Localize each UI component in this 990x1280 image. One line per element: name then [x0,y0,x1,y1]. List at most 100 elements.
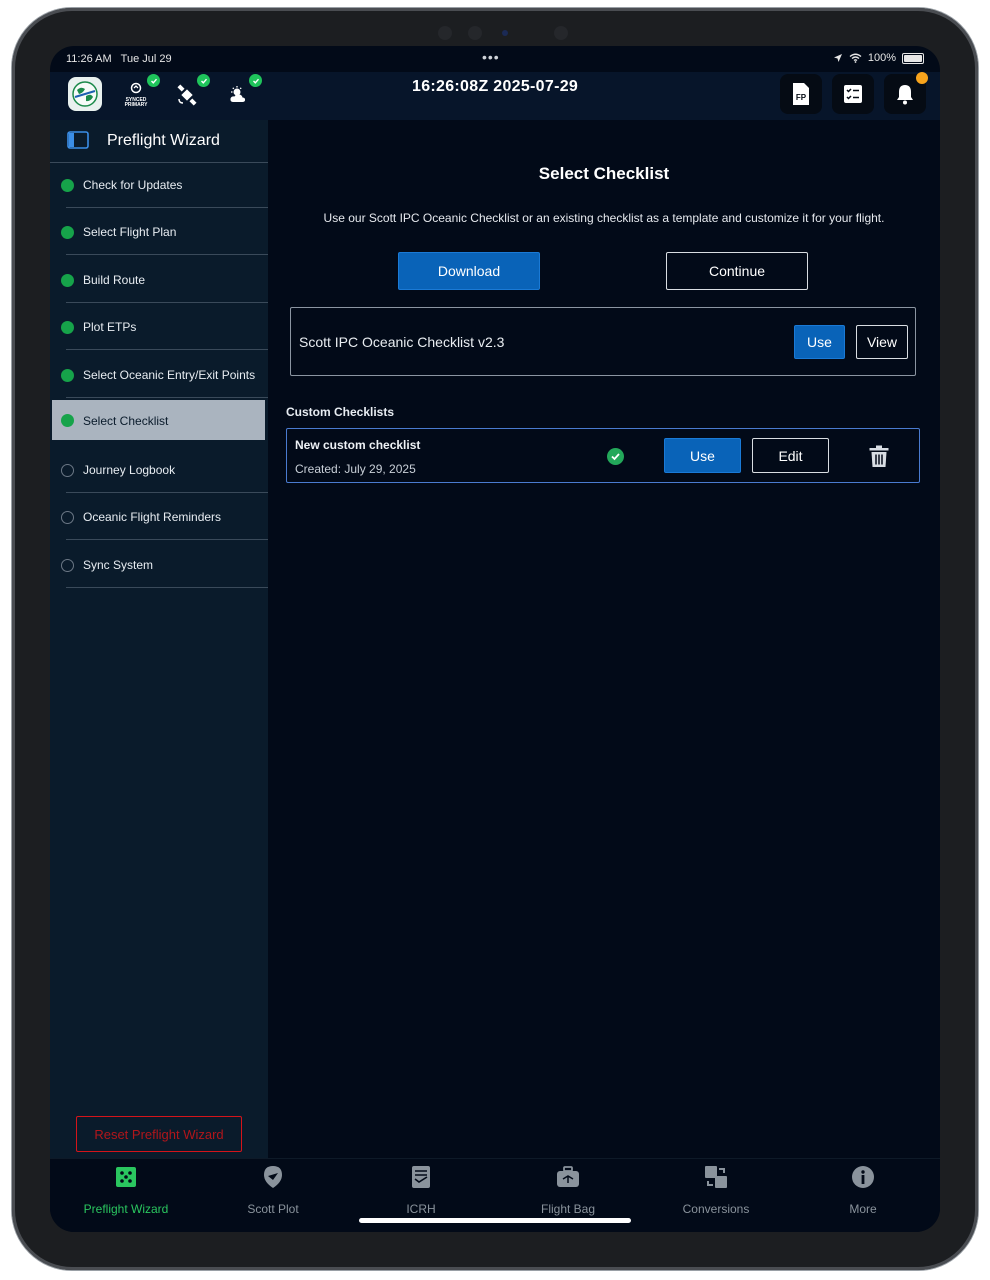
sidebar-header: Preflight Wizard [50,120,268,163]
template-checklist-card: Scott IPC Oceanic Checklist v2.3 Use Vie… [290,307,916,376]
sidebar-item-check-for-updates[interactable]: Check for Updates [50,162,268,208]
sidebar-toggle-icon[interactable] [67,131,89,149]
step-incomplete-dot [61,559,74,572]
divider [66,302,268,303]
gps-check-icon [197,74,210,87]
step-complete-dot [61,321,74,334]
flight-plan-button[interactable]: FP [780,74,822,114]
tab-label: Conversions [682,1202,750,1216]
tab-flight-bag[interactable]: Flight Bag [494,1165,642,1216]
app-logo[interactable] [68,77,102,111]
conversions-icon [705,1166,727,1188]
sync-icon [130,82,142,94]
flight-bag-icon [557,1166,579,1187]
continue-button[interactable]: Continue [666,252,808,290]
bell-icon [897,85,913,105]
sidebar-item-plot-etps[interactable]: Plot ETPs [50,304,268,350]
plot-icon [264,1166,282,1188]
app-screen: 11:26 AM Tue Jul 29 ••• 100% SYNCED PRIM… [50,46,940,1232]
sidebar-item-label: Plot ETPs [83,320,137,334]
divider [66,587,268,588]
page-title: Select Checklist [538,164,670,183]
template-checklist-name: Scott IPC Oceanic Checklist v2.3 [299,334,505,350]
reset-preflight-wizard-button[interactable]: Reset Preflight Wizard [76,1116,242,1152]
camera-dot [554,26,568,40]
weather-icon [230,86,246,102]
step-complete-dot [61,369,74,382]
tab-label: Scott Plot [247,1202,299,1216]
divider [66,207,268,208]
weather-status[interactable] [222,74,262,110]
camera-lens [502,30,508,36]
main-content: Select Checklist Use our Scott IPC Ocean… [268,120,940,1158]
top-bar: SYNCED PRIMARY 16:26:08Z 2025-07-29 FP [50,72,940,120]
battery-icon [902,52,924,64]
tab-scott-plot[interactable]: Scott Plot [199,1165,347,1216]
icrh-icon [412,1166,430,1188]
home-indicator[interactable] [359,1218,631,1223]
step-complete-dot [61,274,74,287]
sidebar-title: Preflight Wizard [107,132,220,149]
step-complete-dot [61,179,74,192]
trash-icon[interactable] [867,444,891,468]
camera-dot [468,26,482,40]
custom-checklist-card: New custom checklist Created: July 29, 2… [286,428,920,483]
step-incomplete-dot [61,464,74,477]
use-template-button[interactable]: Use [794,325,845,359]
edit-custom-button[interactable]: Edit [752,438,829,473]
checklist-icon [844,85,862,103]
status-time: 11:26 AM Tue Jul 29 [66,53,172,65]
fp-label: FP [796,93,807,102]
utc-clock: 16:26:08Z 2025-07-29 [412,78,579,95]
sidebar-item-label: Sync System [83,558,154,572]
page-description: Use our Scott IPC Oceanic Checklist or a… [323,211,885,225]
tab-icrh[interactable]: ICRH [347,1165,495,1216]
tab-conversions[interactable]: Conversions [642,1165,790,1216]
step-complete-dot [61,414,74,427]
checklist-button[interactable] [832,74,874,114]
tab-more[interactable]: More [789,1165,937,1216]
globe-logo-icon [72,81,98,107]
sidebar-item-select-checklist[interactable]: Select Checklist [52,400,265,440]
satellite-icon [177,84,197,106]
sidebar-item-oceanic-entry-exit[interactable]: Select Oceanic Entry/Exit Points [50,352,268,398]
status-date-text: Tue Jul 29 [120,53,172,65]
sidebar-item-label: Journey Logbook [83,463,176,477]
sidebar-item-label: Select Flight Plan [83,225,177,239]
use-custom-button[interactable]: Use [664,438,741,473]
status-time-text: 11:26 AM [66,53,112,65]
custom-checklist-created: Created: July 29, 2025 [295,462,416,476]
camera-strip [432,22,592,44]
sync-status[interactable]: SYNCED PRIMARY [118,74,160,110]
weather-check-icon [249,74,262,87]
tab-label: Flight Bag [540,1202,596,1216]
sidebar-item-select-flight-plan[interactable]: Select Flight Plan [50,209,268,255]
sidebar: Preflight Wizard Check for Updates Selec… [50,120,268,1158]
tab-label: Preflight Wizard [83,1202,169,1216]
divider [66,492,268,493]
notifications-button[interactable] [884,72,928,114]
sidebar-item-label: Check for Updates [83,178,183,192]
tab-label: More [849,1202,877,1216]
wizard-icon [116,1167,136,1187]
more-icon [852,1166,874,1188]
tab-preflight-wizard[interactable]: Preflight Wizard [52,1165,200,1216]
sidebar-item-journey-logbook[interactable]: Journey Logbook [50,447,268,493]
custom-checklists-heading: Custom Checklists [286,405,395,419]
sync-check-icon [147,74,160,87]
sidebar-item-sync-system[interactable]: Sync System [50,542,268,588]
step-incomplete-dot [61,511,74,524]
sidebar-item-label: Select Oceanic Entry/Exit Points [83,368,256,382]
sidebar-item-build-route[interactable]: Build Route [50,257,268,303]
fp-document-icon: FP [793,83,809,105]
divider [66,349,268,350]
sidebar-item-oceanic-flight-reminders[interactable]: Oceanic Flight Reminders [50,494,268,540]
selected-check-icon [607,448,624,465]
camera-dot [438,26,452,40]
tab-label: ICRH [406,1202,436,1216]
download-button[interactable]: Download [398,252,540,290]
gps-status[interactable] [170,74,210,110]
divider [66,254,268,255]
multitask-dots-icon[interactable]: ••• [482,49,500,65]
view-template-button[interactable]: View [856,325,908,359]
